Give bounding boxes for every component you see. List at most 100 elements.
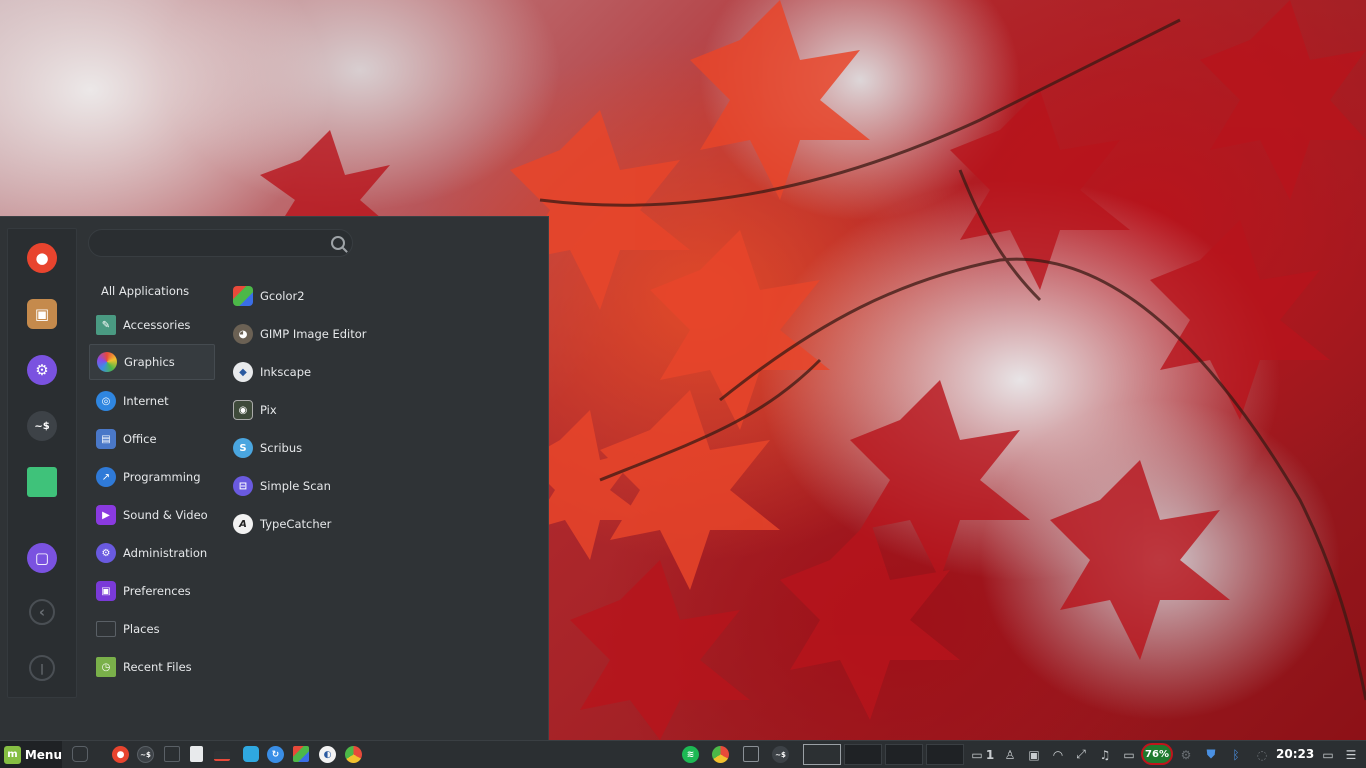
- spotify-window-icon[interactable]: ≋: [682, 746, 699, 763]
- fav-quit[interactable]: |: [29, 655, 55, 681]
- shield-icon[interactable]: ⛊: [1203, 746, 1219, 763]
- system-monitor-launcher-icon[interactable]: [214, 751, 230, 761]
- app-pix[interactable]: ◉ Pix: [228, 392, 468, 428]
- power-icon: |: [39, 661, 45, 675]
- firefox-icon: ●: [35, 249, 49, 267]
- app-gimp[interactable]: ◕ GIMP Image Editor: [228, 316, 468, 352]
- graphics-icon: [97, 352, 117, 372]
- fav-logout[interactable]: ‹: [29, 599, 55, 625]
- office-icon: ▤: [96, 429, 116, 449]
- workspace-2[interactable]: [844, 744, 882, 765]
- app-typecatcher[interactable]: A TypeCatcher: [228, 506, 468, 542]
- app-label: Scribus: [260, 441, 303, 455]
- application-menu: ● ▣ ⚙ ~$ ▢ ‹ | All Applications ✎ Access…: [0, 216, 549, 740]
- app-label: Gcolor2: [260, 289, 305, 303]
- app-label: TypeCatcher: [260, 517, 332, 531]
- category-sound-video[interactable]: ▶ Sound & Video: [89, 497, 215, 533]
- category-programming[interactable]: ↗ Programming: [89, 459, 215, 495]
- taskbar: m Menu ● ~$ ↻ ◐ ≋ ~$ ▭ 1 ♙ ▣ ◠ ⤢ ♫ ▭ 76%…: [0, 740, 1366, 768]
- firefox-launcher-icon[interactable]: ●: [112, 746, 129, 763]
- notes-launcher-icon[interactable]: [243, 746, 259, 762]
- category-label: Graphics: [124, 355, 175, 369]
- browser-launcher-icon[interactable]: ◐: [319, 746, 336, 763]
- redshift-icon[interactable]: ◌: [1254, 746, 1270, 763]
- notifications-icon[interactable]: ▭: [970, 746, 984, 763]
- terminal-window-icon[interactable]: ~$: [772, 746, 789, 763]
- window-list-icon[interactable]: ▭: [1320, 746, 1336, 763]
- search-input[interactable]: [99, 234, 323, 254]
- fav-lock-screen[interactable]: ▢: [27, 543, 57, 573]
- package-icon: ▣: [34, 305, 50, 323]
- app-label: Simple Scan: [260, 479, 331, 493]
- battery-indicator[interactable]: 76%: [1141, 743, 1173, 765]
- text-editor-launcher-icon[interactable]: [190, 746, 203, 762]
- network-icon[interactable]: ⤢: [1073, 746, 1089, 763]
- fav-files[interactable]: [27, 467, 57, 497]
- category-graphics[interactable]: Graphics: [89, 344, 215, 380]
- clock[interactable]: 20:23: [1276, 747, 1314, 761]
- update-status-icon[interactable]: ⚙: [1178, 746, 1194, 763]
- category-administration[interactable]: ⚙ Administration: [89, 535, 215, 571]
- category-label: Recent Files: [123, 660, 192, 674]
- notifications-count: 1: [985, 747, 995, 762]
- chrome-launcher-icon[interactable]: [345, 746, 362, 763]
- mint-logo-icon: m: [4, 745, 21, 764]
- app-label: GIMP Image Editor: [260, 327, 367, 341]
- category-places[interactable]: Places: [89, 611, 215, 647]
- inkscape-icon: ◆: [233, 362, 253, 382]
- music-icon[interactable]: ♫: [1097, 746, 1113, 763]
- battery-plain-icon[interactable]: ▭: [1121, 746, 1137, 763]
- user-icon[interactable]: ♙: [1002, 746, 1018, 763]
- files-window-icon[interactable]: [743, 746, 759, 762]
- app-label: Pix: [260, 403, 277, 417]
- wifi-icon[interactable]: ◠: [1050, 746, 1066, 763]
- category-recent-files[interactable]: ◷ Recent Files: [89, 649, 215, 685]
- category-label: Internet: [123, 394, 169, 408]
- category-all-applications[interactable]: All Applications: [89, 273, 215, 309]
- terminal-launcher-icon[interactable]: ~$: [137, 746, 154, 763]
- updates-launcher-icon[interactable]: ↻: [267, 746, 284, 763]
- sound-video-icon: ▶: [96, 505, 116, 525]
- fav-system-settings[interactable]: ⚙: [27, 355, 57, 385]
- search-box[interactable]: [88, 229, 353, 257]
- files-launcher-icon[interactable]: [164, 746, 180, 762]
- gcolor2-launcher-icon[interactable]: [293, 746, 309, 762]
- app-inkscape[interactable]: ◆ Inkscape: [228, 354, 468, 390]
- app-gcolor2[interactable]: Gcolor2: [228, 278, 468, 314]
- scribus-icon: S: [233, 438, 253, 458]
- gimp-icon: ◕: [233, 324, 253, 344]
- internet-icon: ◎: [96, 391, 116, 411]
- workspace-4[interactable]: [926, 744, 964, 765]
- user-menu-icon[interactable]: ☰: [1343, 746, 1359, 763]
- category-label: Preferences: [123, 584, 191, 598]
- app-scribus[interactable]: S Scribus: [228, 430, 468, 466]
- app-simple-scan[interactable]: ⊟ Simple Scan: [228, 468, 468, 504]
- fav-firefox[interactable]: ●: [27, 243, 57, 273]
- simple-scan-icon: ⊟: [233, 476, 253, 496]
- menu-button-label: Menu: [24, 747, 62, 762]
- category-preferences[interactable]: ▣ Preferences: [89, 573, 215, 609]
- category-label: Sound & Video: [123, 508, 208, 522]
- typecatcher-icon: A: [233, 514, 253, 534]
- app-label: Inkscape: [260, 365, 312, 379]
- show-desktop-icon[interactable]: [72, 746, 88, 762]
- preferences-icon: ▣: [96, 581, 116, 601]
- category-office[interactable]: ▤ Office: [89, 421, 215, 457]
- category-label: All Applications: [101, 284, 190, 298]
- pix-icon: ◉: [233, 400, 253, 420]
- menu-button[interactable]: m Menu: [0, 741, 62, 768]
- workspace-3[interactable]: [885, 744, 923, 765]
- fav-terminal[interactable]: ~$: [27, 411, 57, 441]
- screen-icon[interactable]: ▣: [1026, 746, 1042, 763]
- accessories-icon: ✎: [96, 315, 116, 335]
- chrome-window-icon[interactable]: [712, 746, 729, 763]
- gcolor2-icon: [233, 286, 253, 306]
- search-icon[interactable]: [331, 236, 345, 250]
- bluetooth-icon[interactable]: ᛒ: [1228, 746, 1244, 763]
- logout-icon: ‹: [38, 603, 46, 621]
- category-accessories[interactable]: ✎ Accessories: [89, 307, 215, 343]
- fav-software-manager[interactable]: ▣: [27, 299, 57, 329]
- workspace-1[interactable]: [803, 744, 841, 765]
- lock-icon: ▢: [34, 549, 50, 567]
- category-internet[interactable]: ◎ Internet: [89, 383, 215, 419]
